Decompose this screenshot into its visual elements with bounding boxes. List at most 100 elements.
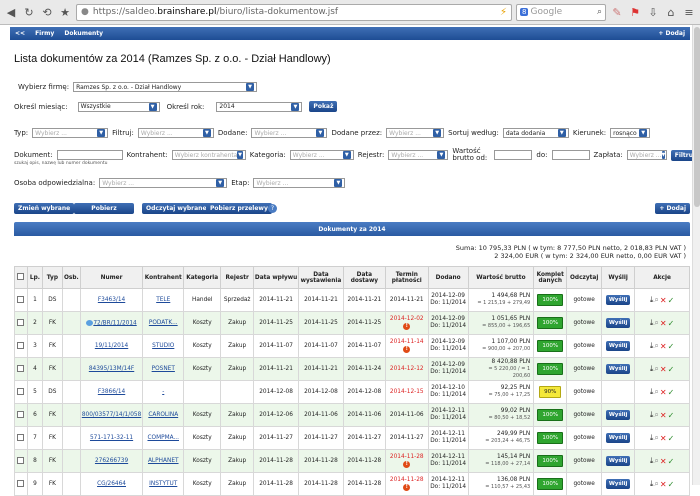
year-select[interactable]: 2014 ▼ [216,101,303,112]
download-transfers-button[interactable]: Pobierz przelewy [206,203,272,214]
delete-icon[interactable]: ✕ [660,342,667,351]
magnifier-icon[interactable]: ⌕ [654,387,658,397]
url-bar[interactable]: ● https://saldeo.brainshare.pl/biuro/lis… [76,3,512,21]
magnifier-icon[interactable]: ⌕ [654,433,658,443]
read-selected-button[interactable]: Odczytaj wybrane [142,203,211,214]
menu-icon[interactable]: ≡ [682,5,696,19]
cell-kontrahent[interactable]: PODATK... [142,311,185,335]
magnifier-icon[interactable]: ⌕ [654,479,658,489]
nav-documents-link[interactable]: Dokumenty [64,30,103,37]
cell-kontrahent[interactable]: POSNET [142,357,185,381]
document-number-link[interactable]: 800/03577/14/1/058 [82,412,141,418]
direction-select[interactable]: rosnąco ▼ [610,128,651,138]
send-button[interactable]: Wyślij [605,479,631,489]
download-icon[interactable]: ⤓ [650,433,654,443]
approve-check-icon[interactable]: ✓ [668,457,675,466]
page-scrollbar[interactable] [692,25,700,485]
download-button[interactable]: Pobierz [74,203,134,214]
delete-icon[interactable]: ✕ [660,411,667,420]
col-dodano[interactable]: Dodano [427,266,469,289]
cell-kontrahent[interactable]: STUDIO [142,334,185,358]
approve-check-icon[interactable]: ✓ [668,434,675,443]
payment-select[interactable]: Wybierz ... ▼ [626,150,667,160]
table-row[interactable]: 9 FK CG/26464 INSTYTUT Koszty Zakup 2014-11-28… [14,472,690,496]
cell-numer[interactable]: 571-171-32-11 [79,426,144,450]
col-kategoria[interactable]: Kategoria [183,266,222,289]
delete-icon[interactable]: ✕ [660,388,667,397]
sort-select[interactable]: data dodania ▼ [502,128,569,138]
cell-select[interactable] [14,426,28,450]
delete-icon[interactable]: ✕ [660,365,667,374]
col-numer[interactable]: Numer [79,266,144,289]
added-by-select[interactable]: Wybierz ... ▼ [386,128,445,138]
filter-select[interactable]: Wybierz ... ▼ [137,128,214,138]
delete-icon[interactable]: ✕ [660,319,667,328]
cell-numer[interactable]: CG/26464 [79,472,144,496]
category-select[interactable]: Wybierz ... ▼ [289,150,354,160]
document-number-link[interactable]: 72/BR/11/2014 [93,320,136,326]
document-number-link[interactable]: F3866/14 [98,389,125,395]
col-typ[interactable]: Typ [41,266,63,289]
cell-numer[interactable]: 19/11/2014 [79,334,144,358]
month-select[interactable]: Wszystkie ▼ [77,101,160,112]
document-number-link[interactable]: 84395/13M/14F [89,366,134,372]
change-selected-button[interactable]: Zmień wybrane [14,203,75,214]
document-number-link[interactable]: 571-171-32-11 [90,435,133,441]
download-icon[interactable]: ⤓ [650,295,654,305]
back-arrow-icon[interactable]: ◀ [4,5,18,19]
table-row[interactable]: 6 FK 800/03577/14/1/058 CAROLINA Koszty Zakup… [14,403,690,427]
table-row[interactable]: 2 FK 72/BR/11/2014 PODATK... Koszty Zakup 2014… [14,311,690,335]
approve-check-icon[interactable]: ✓ [668,342,675,351]
approve-check-icon[interactable]: ✓ [668,388,675,397]
approve-check-icon[interactable]: ✓ [668,319,675,328]
cell-select[interactable] [14,334,28,358]
show-button[interactable]: Pokaż [309,101,338,112]
col-rejestr[interactable]: Rejestr [220,266,255,289]
cell-select[interactable] [14,311,28,335]
document-number-link[interactable]: 276266739 [95,458,128,464]
send-button[interactable]: Wyślij [605,295,631,305]
cell-kontrahent[interactable]: INSTYTUT [142,472,185,496]
col-komplet-danych[interactable]: Komplet danych [533,266,568,289]
cell-numer[interactable]: 800/03577/14/1/058 [79,403,144,427]
nav-firms-link[interactable]: Firmy [35,30,54,37]
row-checkbox[interactable] [17,387,25,395]
delete-icon[interactable]: ✕ [660,434,667,443]
pen-icon[interactable]: ✎ [610,5,624,19]
google-search-box[interactable]: 8 Google ⌕ [516,3,606,21]
magnifier-icon[interactable]: ⌕ [654,341,658,351]
send-button[interactable]: Wyślij [605,318,631,328]
warning-icon[interactable]: ! [403,345,411,353]
magnifier-icon[interactable]: ⌕ [654,364,658,374]
col-data-wystawienia[interactable]: Data wystawienia [297,266,344,289]
search-icon[interactable]: ⌕ [597,7,602,17]
gross-from-input[interactable] [494,150,533,160]
send-button[interactable]: Wyślij [605,410,631,420]
col-kontrahent[interactable]: Kontrahent [142,266,185,289]
row-checkbox[interactable] [17,410,25,418]
row-checkbox[interactable] [17,341,25,349]
send-button[interactable]: Wyślij [605,433,631,443]
cell-numer[interactable]: F3866/14 [79,380,144,404]
download-icon[interactable]: ⤓ [650,318,654,328]
document-number-link[interactable]: CG/26464 [97,481,126,487]
added-select[interactable]: Wybierz ... ▼ [251,128,328,138]
warning-icon[interactable]: ! [403,322,411,330]
col-lp[interactable]: Lp. [26,266,43,289]
cell-kontrahent[interactable]: ALPHANET [142,449,185,473]
cell-kontrahent[interactable]: COMPMA... [142,426,185,450]
document-number-link[interactable]: F3463/14 [98,297,125,303]
nav-add-button[interactable]: + Dodaj [658,30,685,37]
download-icon[interactable]: ⤓ [650,410,654,420]
cell-select[interactable] [14,403,28,427]
table-row[interactable]: 3 FK 19/11/2014 STUDIO Koszty Zakup 2014-11-07… [14,334,690,358]
table-row[interactable]: 1 DS F3463/14 TELE Handel Sprzedaż 2014-11-21 2… [14,288,690,312]
table-row[interactable]: 5 DS F3866/14-2014-12-08 2014-12-08 2014-12-… [14,380,690,404]
cell-numer[interactable]: 72/BR/11/2014 [79,311,144,335]
row-checkbox[interactable] [17,364,25,372]
row-checkbox[interactable] [17,433,25,441]
cell-select[interactable] [14,380,28,404]
firm-select[interactable]: Ramzes Sp. z o.o. - Dział Handlowy ▼ [73,82,258,92]
table-row[interactable]: 8 FK 276266739 ALPHANET Koszty Zakup 2014-11-2… [14,449,690,473]
document-number-link[interactable]: 19/11/2014 [95,343,128,349]
